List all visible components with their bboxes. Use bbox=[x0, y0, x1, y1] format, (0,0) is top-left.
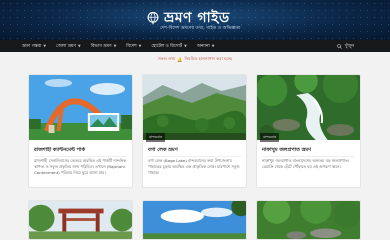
globe-pin-icon bbox=[147, 11, 159, 25]
category-tag[interactable]: বান্দরবান bbox=[146, 133, 166, 142]
nav-label: বিদেশ bbox=[126, 43, 137, 49]
nav-label: বিভাগ ভ্রমণ bbox=[90, 43, 112, 49]
divider bbox=[148, 156, 241, 157]
search-label: খুঁজুন bbox=[344, 44, 354, 49]
post-excerpt: বগা লেক (Boga Lake) বান্দরবানের রুমা উপজ… bbox=[148, 158, 240, 175]
post-thumbnail[interactable] bbox=[29, 75, 132, 140]
post-excerpt: রাজশাহী সেনানিবাসের ভেতরে অবস্থিত এই পার… bbox=[34, 158, 127, 175]
nav-label: অন্যান্য bbox=[196, 43, 210, 49]
park-gate-image bbox=[29, 75, 132, 140]
nav-item-others[interactable]: অন্যান্য ▼ bbox=[197, 43, 215, 50]
post-card[interactable]: রাজশাহী ক্যান্টনমেন্ট পার্ক রাজশাহী সেনা… bbox=[28, 74, 133, 188]
search-icon bbox=[336, 44, 342, 49]
lake-hills-image bbox=[143, 75, 246, 140]
post-title[interactable]: রাজশাহী ক্যান্টনমেন্ট পার্ক bbox=[34, 147, 127, 155]
temple-gate-image bbox=[29, 201, 132, 239]
post-thumbnail[interactable] bbox=[143, 75, 246, 140]
post-card[interactable] bbox=[256, 200, 361, 240]
chevron-down-icon: ▼ bbox=[184, 44, 187, 48]
nav-item-hotels[interactable]: হোটেল ও রিসোর্ট ▼ bbox=[151, 43, 187, 50]
post-title[interactable]: নাফাখুম জলপ্রপাত ভ্রমণ bbox=[262, 147, 355, 155]
nav-item-abroad[interactable]: বিদেশ ▼ bbox=[126, 43, 141, 50]
chevron-down-icon: ▼ bbox=[43, 44, 47, 48]
post-title[interactable]: বগা লেক ভ্রমণ bbox=[148, 147, 241, 155]
chevron-down-icon: ▼ bbox=[113, 44, 117, 48]
nav-item-divisions[interactable]: বিভাগ ভ্রমণ ▼ bbox=[91, 43, 117, 50]
divider bbox=[262, 156, 355, 157]
notice-text-after: নিয়মিত হালনাগাদ করা হচ্ছে bbox=[184, 56, 232, 61]
nav-label: হোটেল ও রিসোর্ট bbox=[151, 43, 183, 49]
chevron-down-icon: ▼ bbox=[211, 44, 215, 48]
post-card[interactable] bbox=[28, 200, 133, 240]
nav-label: জেলা ভ্রমণ bbox=[56, 43, 77, 49]
sky-trees-image bbox=[143, 201, 246, 239]
site-tagline: দেশ-বিদেশ ভ্রমণের তথ্য, গাইড ও অভিজ্ঞতা bbox=[160, 26, 241, 31]
nav-item-districts[interactable]: জেলা ভ্রমণ ▼ bbox=[56, 43, 81, 50]
forest-stream-image bbox=[257, 201, 360, 239]
main-nav: ভ্রমণ গন্তব্য ▼ জেলা ভ্রমণ ▼ বিভাগ ভ্রমণ ▼ … bbox=[0, 40, 390, 52]
divider bbox=[34, 156, 127, 157]
notice-text-before: সকল তথ্য bbox=[158, 56, 176, 61]
search-button[interactable]: খুঁজুন bbox=[336, 43, 354, 50]
post-card[interactable]: বান্দরবান নাফাখুম জলপ্রপাত ভ্রমণ নাফাখুম… bbox=[256, 74, 361, 188]
site-header: ভ্রমণ গাইড দেশ-বিদেশ ভ্রমণের তথ্য, গাইড … bbox=[0, 0, 390, 40]
post-thumbnail[interactable] bbox=[257, 75, 360, 140]
post-excerpt: নাফাখুম জলপ্রপাত বাংলাদেশের অন্যতম বড় জ… bbox=[262, 158, 350, 169]
chevron-down-icon: ▼ bbox=[138, 44, 142, 48]
chevron-down-icon: ▼ bbox=[78, 44, 81, 48]
nav-item-destinations[interactable]: ভ্রমণ গন্তব্য ▼ bbox=[22, 43, 46, 50]
waterfall-image bbox=[257, 75, 360, 140]
nav-label: ভ্রমণ গন্তব্য bbox=[22, 43, 42, 49]
post-card[interactable] bbox=[142, 200, 247, 240]
category-tag[interactable]: বান্দরবান bbox=[260, 133, 280, 142]
bell-icon: 🔔 bbox=[177, 56, 183, 62]
post-card[interactable]: বান্দরবান বগা লেক ভ্রমণ বগা লেক (Boga La… bbox=[142, 74, 247, 188]
notice-bar: সকল তথ্য 🔔 নিয়মিত হালনাগাদ করা হচ্ছে bbox=[0, 52, 390, 67]
